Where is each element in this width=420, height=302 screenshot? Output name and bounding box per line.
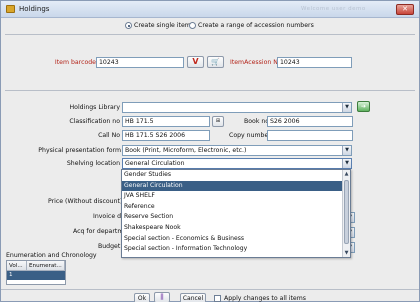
dropdown-option[interactable]: General Circulation <box>122 180 350 192</box>
single-item-label: Create single item <box>134 22 191 29</box>
grid-icon: ⊞ <box>215 118 221 124</box>
chevron-down-icon: ▼ <box>342 103 351 112</box>
enumeration-heading: Enumeration and Chronology <box>6 252 97 259</box>
book-no-input[interactable]: S26 2006 <box>267 116 353 127</box>
separator-mid <box>5 90 415 91</box>
physical-form-value: Book (Print, Microform, Electronic, etc.… <box>125 147 247 154</box>
dropdown-option[interactable]: Special section - Information Technology <box>122 244 350 255</box>
window-title: Holdings <box>19 5 50 13</box>
close-icon: ✕ <box>402 5 408 13</box>
table-cell: 1 <box>9 272 13 278</box>
classification-no-input[interactable]: HB 171.5 <box>122 116 210 127</box>
dropdown-list: Gender Studies General Circulation JVA SHE… <box>122 170 350 255</box>
dropdown-option[interactable]: Reference <box>122 202 350 213</box>
dropdown-option[interactable]: JVA SHELF <box>122 191 350 202</box>
call-no-input[interactable]: HB 171.5 S26 2006 <box>122 130 210 141</box>
dropdown-option[interactable]: Reserve Section <box>122 212 350 223</box>
holdings-library-select[interactable]: ▼ <box>122 102 352 113</box>
physical-form-select[interactable]: Book (Print, Microform, Electronic, etc.… <box>122 145 352 156</box>
holdings-library-label: Holdings Library <box>69 104 120 111</box>
dropdown-option[interactable]: Special section - Economics & Business <box>122 234 350 245</box>
barcode-icon: ⫼ <box>160 293 164 301</box>
separator-top <box>5 34 415 35</box>
cart-icon: 🛒 <box>211 58 220 66</box>
book-no-label: Book no <box>244 118 270 125</box>
physical-form-label: Physical presentation form <box>38 147 121 154</box>
classification-lookup-button[interactable]: ⊞ <box>212 116 224 127</box>
cart-button[interactable]: 🛒 <box>207 56 224 68</box>
scroll-thumb[interactable] <box>344 180 349 244</box>
apply-all-label: Apply changes to all items <box>224 295 306 302</box>
column-header[interactable]: Enumerat... <box>27 261 65 271</box>
app-icon <box>6 5 15 13</box>
title-bar: Holdings Welcome user demo ✕ <box>1 1 419 18</box>
separator-bottom <box>1 289 419 290</box>
dropdown-option[interactable]: Shakespeare Nook <box>122 223 350 234</box>
shelving-location-value: General Circulation <box>125 160 185 167</box>
arrow-right-icon: ➔ <box>360 103 367 110</box>
go-button[interactable]: ➔ <box>357 101 370 112</box>
classification-no-label: Classification no <box>69 118 120 125</box>
dropdown-scrollbar[interactable]: ▲ ▼ <box>342 170 350 257</box>
dropdown-option[interactable]: Gender Studies <box>122 170 350 181</box>
price-label: Price (Without discount) <box>48 198 123 205</box>
column-header[interactable]: Vol... <box>7 261 27 271</box>
range-label: Create a range of accession numbers <box>198 22 314 29</box>
ok-button[interactable]: Ok <box>134 293 150 302</box>
apply-all-checkbox[interactable] <box>214 295 221 302</box>
table-cell <box>27 271 65 280</box>
shelving-location-label: Shelving location <box>66 160 120 167</box>
single-item-radio[interactable] <box>125 22 132 29</box>
scroll-up-icon[interactable]: ▲ <box>343 170 350 178</box>
enumeration-table[interactable]: Vol... Enumerat... 1 <box>6 260 66 285</box>
scroll-down-icon[interactable]: ▼ <box>343 249 350 257</box>
chevron-down-icon: ▼ <box>342 159 351 168</box>
accession-no-label: ItemAcession No <box>230 59 282 66</box>
validate-button[interactable]: V <box>187 56 204 68</box>
call-no-label: Call No <box>98 132 120 139</box>
holdings-window: Holdings Welcome user demo ✕ Create sing… <box>0 0 420 302</box>
title-blurred-text: Welcome user demo <box>301 6 366 12</box>
shelving-location-select[interactable]: General Circulation ▼ <box>122 158 352 169</box>
cancel-button[interactable]: Cancel <box>180 293 206 302</box>
close-button[interactable]: ✕ <box>396 4 414 15</box>
copy-number-input[interactable] <box>267 130 353 141</box>
shelving-location-dropdown[interactable]: Gender Studies General Circulation JVA SHE… <box>121 169 351 258</box>
accession-no-input[interactable]: 10243 <box>277 57 352 68</box>
check-v-icon: V <box>192 57 199 66</box>
item-barcode-label: Item barcode <box>54 59 96 66</box>
range-radio[interactable] <box>189 22 196 29</box>
barcode-button[interactable]: ⫼ <box>154 292 170 302</box>
copy-number-label: Copy number <box>229 132 271 139</box>
chevron-down-icon: ▼ <box>342 146 351 155</box>
item-barcode-input[interactable]: 10243 <box>96 57 184 68</box>
